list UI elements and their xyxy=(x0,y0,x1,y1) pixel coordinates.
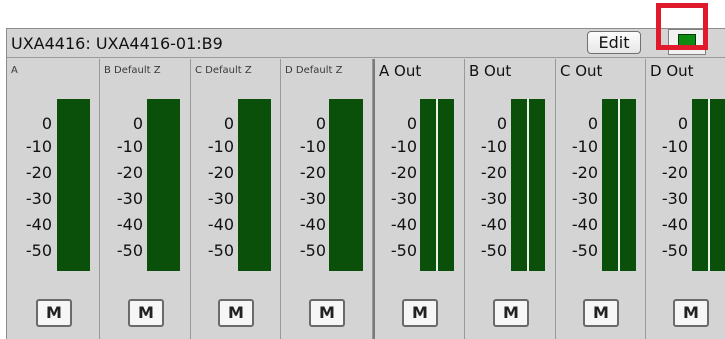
scale-tick-label: 0 xyxy=(406,114,417,133)
channel-strip: A 0 -10 -20 -30 -40 -50 M xyxy=(7,59,100,339)
device-panel: UXA4416: UXA4416-01:B9 Edit A 0 -10 -20 -30 -… xyxy=(6,28,725,339)
scale-tick-label: -40 xyxy=(661,215,688,234)
scale-tick-label: -30 xyxy=(571,189,598,208)
device-title-bar: UXA4416: UXA4416-01:B9 Edit xyxy=(7,29,725,58)
scale-tick-label: 0 xyxy=(132,114,143,133)
scale-tick-label: 0 xyxy=(677,114,688,133)
scale-tick-label: -50 xyxy=(116,241,143,260)
scale-tick-label: -30 xyxy=(661,189,688,208)
scale-tick-label: -30 xyxy=(116,189,143,208)
channel-label: D Default Z xyxy=(285,65,343,76)
channel-strip: B Default Z 0 -10 -20 -30 -40 -50 M xyxy=(100,59,191,339)
channel-label: B Out xyxy=(469,62,512,80)
scale-tick-label: -10 xyxy=(480,137,507,156)
scale-tick-label: -20 xyxy=(299,163,326,182)
scale-tick-label: -30 xyxy=(25,189,52,208)
scale-tick-label: -10 xyxy=(116,137,143,156)
scale-tick-label: 0 xyxy=(496,114,507,133)
channel-label: B Default Z xyxy=(104,65,161,76)
scale-tick-label: -10 xyxy=(299,137,326,156)
scale-tick-label: -30 xyxy=(480,189,507,208)
level-meter xyxy=(692,99,725,271)
channel-label: C Default Z xyxy=(195,65,252,76)
channel-label: D Out xyxy=(650,62,694,80)
edit-button[interactable]: Edit xyxy=(587,31,641,54)
level-meter xyxy=(511,99,545,271)
scale-tick-label: -40 xyxy=(25,215,52,234)
scale-tick-label: -50 xyxy=(480,241,507,260)
scale-tick-label: -40 xyxy=(116,215,143,234)
level-meter xyxy=(238,99,271,271)
mute-button[interactable]: M xyxy=(673,299,709,327)
scale-tick-label: -40 xyxy=(207,215,234,234)
scale-tick-label: -50 xyxy=(571,241,598,260)
level-meter xyxy=(420,99,454,271)
scale-tick-label: -20 xyxy=(116,163,143,182)
scale-tick-label: -10 xyxy=(390,137,417,156)
level-meter xyxy=(57,99,90,271)
level-meter xyxy=(602,99,636,271)
scale-tick-label: -10 xyxy=(25,137,52,156)
scale-tick-label: 0 xyxy=(587,114,598,133)
mute-button[interactable]: M xyxy=(493,299,529,327)
highlight-frame xyxy=(656,3,708,50)
input-output-divider xyxy=(373,59,375,339)
scale-tick-label: 0 xyxy=(315,114,326,133)
channel-label: A xyxy=(11,65,18,76)
scale-tick-label: -20 xyxy=(207,163,234,182)
scale-tick-label: -20 xyxy=(661,163,688,182)
mute-button[interactable]: M xyxy=(36,299,72,327)
scale-tick-label: -20 xyxy=(480,163,507,182)
channel-strip: D Out 0 -10 -20 -30 -40 -50 M xyxy=(646,59,725,339)
mute-button[interactable]: M xyxy=(402,299,438,327)
channel-label: A Out xyxy=(379,62,422,80)
scale-tick-label: -50 xyxy=(299,241,326,260)
scale-tick-label: -30 xyxy=(207,189,234,208)
scale-tick-label: -10 xyxy=(661,137,688,156)
mute-button[interactable]: M xyxy=(128,299,164,327)
channel-strip: C Out 0 -10 -20 -30 -40 -50 M xyxy=(556,59,646,339)
device-title: UXA4416: UXA4416-01:B9 xyxy=(11,34,223,53)
scale-tick-label: -10 xyxy=(207,137,234,156)
scale-tick-label: -20 xyxy=(390,163,417,182)
scale-tick-label: -50 xyxy=(207,241,234,260)
scale-tick-label: -30 xyxy=(390,189,417,208)
scale-tick-label: -50 xyxy=(390,241,417,260)
mute-button[interactable]: M xyxy=(309,299,345,327)
mute-button[interactable]: M xyxy=(218,299,254,327)
channel-strip: C Default Z 0 -10 -20 -30 -40 -50 M xyxy=(191,59,281,339)
scale-tick-label: -20 xyxy=(25,163,52,182)
scale-tick-label: 0 xyxy=(223,114,234,133)
scale-tick-label: -30 xyxy=(299,189,326,208)
scale-tick-label: -50 xyxy=(661,241,688,260)
scale-tick-label: -40 xyxy=(299,215,326,234)
scale-tick-label: -50 xyxy=(25,241,52,260)
channel-label: C Out xyxy=(560,62,603,80)
scale-tick-label: -40 xyxy=(390,215,417,234)
scale-tick-label: -20 xyxy=(571,163,598,182)
scale-tick-label: -10 xyxy=(571,137,598,156)
channel-strip: D Default Z 0 -10 -20 -30 -40 -50 M xyxy=(281,59,373,339)
scale-tick-label: 0 xyxy=(41,114,52,133)
level-meter xyxy=(329,99,363,271)
scale-tick-label: -40 xyxy=(571,215,598,234)
mute-button[interactable]: M xyxy=(583,299,619,327)
level-meter xyxy=(147,99,180,271)
channel-strip: A Out 0 -10 -20 -30 -40 -50 M xyxy=(375,59,465,339)
scale-tick-label: -40 xyxy=(480,215,507,234)
channel-strip: B Out 0 -10 -20 -30 -40 -50 M xyxy=(465,59,556,339)
